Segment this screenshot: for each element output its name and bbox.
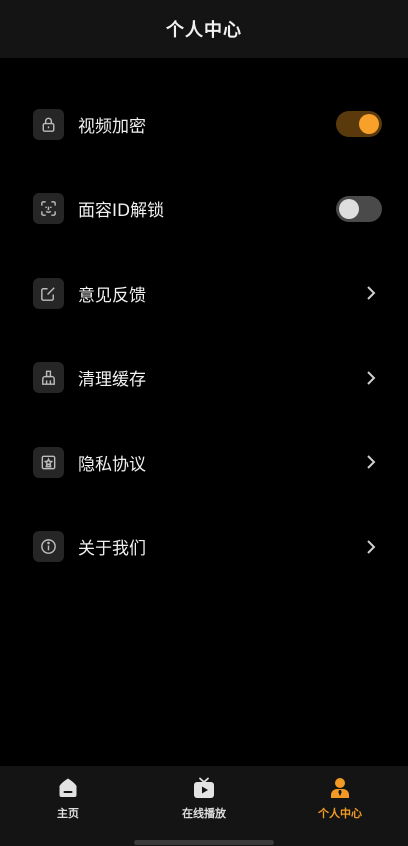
home-icon: [59, 778, 77, 797]
privacy-icon: [33, 446, 64, 478]
menu-item-video-encryption[interactable]: 视频加密: [0, 82, 408, 167]
face-id-icon: [33, 193, 64, 225]
chevron-right-icon: [367, 286, 376, 300]
broom-icon: [33, 362, 64, 394]
toggle-knob: [339, 198, 359, 219]
tab-personal-center[interactable]: 个人中心: [272, 766, 408, 846]
settings-menu: 视频加密 面容ID解锁 意见反馈 清理缓存 隐私协议 关于我们: [0, 82, 408, 589]
tv-play-icon: [194, 777, 214, 798]
tab-home[interactable]: 主页: [0, 766, 136, 846]
tab-label: 在线播放: [182, 807, 226, 820]
info-icon: [33, 531, 64, 563]
menu-item-label: 清理缓存: [78, 370, 146, 391]
chevron-right-icon: [367, 455, 376, 469]
page-title: 个人中心: [166, 20, 242, 41]
menu-item-label: 视频加密: [78, 116, 146, 137]
video-encryption-toggle[interactable]: [336, 111, 382, 138]
chevron-right-icon: [367, 371, 376, 385]
tab-label: 个人中心: [318, 807, 362, 820]
menu-item-about-us[interactable]: 关于我们: [0, 505, 408, 590]
menu-item-face-id-unlock[interactable]: 面容ID解锁: [0, 167, 408, 252]
home-indicator[interactable]: [134, 840, 274, 845]
top-navigation-bar: 个人中心: [0, 0, 408, 58]
menu-item-feedback[interactable]: 意见反馈: [0, 251, 408, 336]
menu-item-privacy-policy[interactable]: 隐私协议: [0, 420, 408, 505]
chevron-right-icon: [367, 540, 376, 554]
tab-label: 主页: [57, 807, 79, 820]
bottom-tab-bar: 主页 在线播放 个人中心: [0, 766, 408, 846]
menu-item-label: 隐私协议: [78, 454, 146, 475]
lock-icon: [33, 108, 64, 140]
edit-icon: [33, 277, 64, 309]
tab-online-play[interactable]: 在线播放: [136, 766, 272, 846]
menu-item-label: 面容ID解锁: [78, 201, 165, 222]
menu-item-label: 关于我们: [78, 539, 146, 560]
menu-item-clear-cache[interactable]: 清理缓存: [0, 336, 408, 421]
face-id-toggle[interactable]: [336, 195, 382, 222]
toggle-knob: [359, 114, 379, 135]
menu-item-label: 意见反馈: [78, 285, 146, 306]
person-icon: [331, 778, 349, 798]
